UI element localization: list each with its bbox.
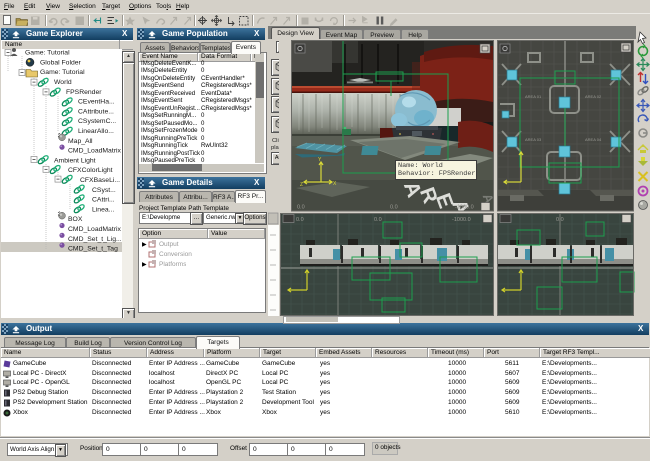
svg-text:Z: Z bbox=[300, 182, 303, 188]
svg-text:0.0: 0.0 bbox=[390, 205, 398, 211]
svg-text:Global Folder: Global Folder bbox=[40, 59, 82, 66]
svg-text:AREA 04: AREA 04 bbox=[585, 137, 602, 142]
svg-text:AREA 02: AREA 02 bbox=[585, 94, 602, 99]
svg-text:CFXBaseLi...: CFXBaseLi... bbox=[80, 177, 120, 184]
svg-text:CSystemC...: CSystemC... bbox=[78, 118, 116, 125]
svg-text:CMD_LoadMatrix: CMD_LoadMatrix bbox=[68, 147, 121, 154]
svg-text:CAttri...: CAttri... bbox=[92, 196, 115, 203]
svg-text:LinearAllo...: LinearAllo... bbox=[78, 128, 114, 135]
svg-text:FPSRender: FPSRender bbox=[66, 88, 102, 95]
svg-text:-1000.0: -1000.0 bbox=[452, 217, 471, 223]
svg-text:0.0: 0.0 bbox=[556, 217, 564, 223]
svg-text:CFXColorLight: CFXColorLight bbox=[68, 167, 113, 174]
svg-text:AREA 01: AREA 01 bbox=[525, 94, 542, 99]
svg-text:CAttribute...: CAttribute... bbox=[78, 108, 114, 115]
svg-text:Game: Tutorial: Game: Tutorial bbox=[40, 69, 85, 76]
svg-text:CEventHa...: CEventHa... bbox=[78, 98, 115, 105]
svg-text:AREA 03: AREA 03 bbox=[525, 137, 542, 142]
svg-text:CSyst...: CSyst... bbox=[92, 186, 116, 193]
svg-text:World: World bbox=[54, 79, 72, 86]
svg-text:CMD_LoadMatrix: CMD_LoadMatrix bbox=[68, 226, 121, 233]
svg-text:CMD_Set_t_Lig...: CMD_Set_t_Lig... bbox=[68, 235, 122, 242]
svg-text:0.0: 0.0 bbox=[374, 217, 382, 223]
svg-text:-1000.0: -1000.0 bbox=[455, 205, 474, 211]
svg-text:Ambient Light: Ambient Light bbox=[54, 157, 96, 164]
svg-text:Map_All: Map_All bbox=[68, 137, 93, 144]
svg-text:0.0: 0.0 bbox=[296, 217, 304, 223]
svg-text:Game: Tutorial: Game: Tutorial bbox=[25, 49, 70, 56]
svg-text:0.0: 0.0 bbox=[297, 205, 305, 211]
svg-text:CMD_Set_t_Tag: CMD_Set_t_Tag bbox=[68, 245, 118, 252]
svg-text:BOX: BOX bbox=[68, 216, 83, 223]
svg-text:Linea...: Linea... bbox=[92, 206, 114, 213]
